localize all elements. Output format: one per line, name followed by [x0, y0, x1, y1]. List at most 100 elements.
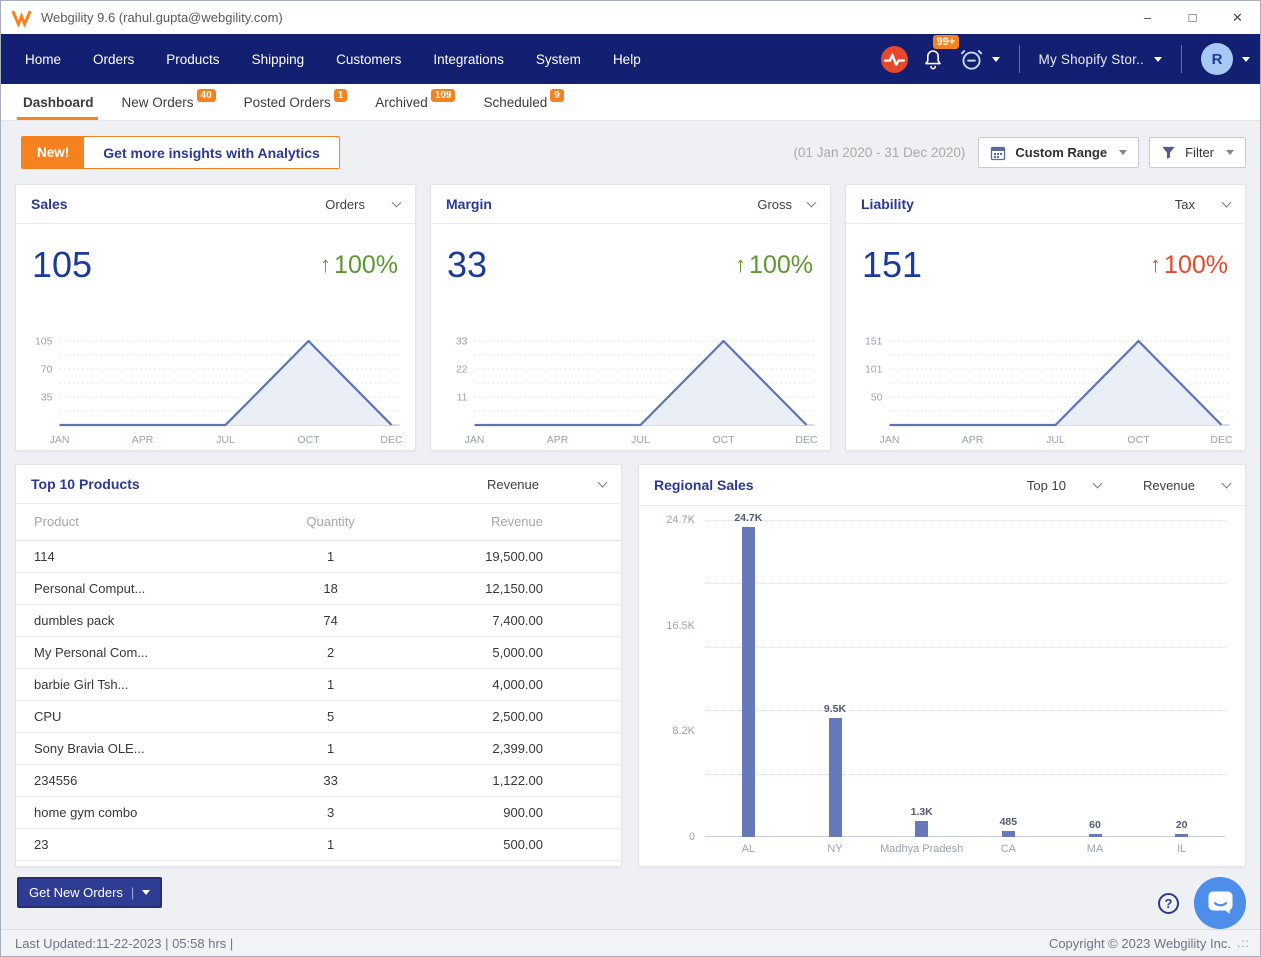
- kpi-metric-selector[interactable]: Gross: [757, 197, 817, 212]
- svg-text:50: 50: [871, 392, 883, 404]
- svg-text:APR: APR: [547, 434, 569, 446]
- regional-metric-selector[interactable]: Revenue: [1143, 478, 1232, 493]
- kpi-metric-selector[interactable]: Orders: [325, 197, 402, 212]
- table-row[interactable]: Sony Bravia OLE... 1 2,399.00: [16, 732, 621, 765]
- dashboard-toolbar: New! Get more insights with Analytics (0…: [15, 136, 1246, 169]
- table-row[interactable]: 114 1 19,500.00: [16, 540, 621, 573]
- filter-funnel-icon: [1161, 145, 1176, 160]
- svg-text:22: 22: [456, 364, 468, 376]
- table-row[interactable]: 234556 33 1,122.00: [16, 764, 621, 797]
- bar: [1088, 834, 1102, 837]
- analytics-promo-button[interactable]: New! Get more insights with Analytics: [21, 136, 340, 169]
- table-row[interactable]: barbie Girl Tsh... 1 4,000.00: [16, 668, 621, 701]
- bar: [1001, 830, 1015, 837]
- table-row[interactable]: 23 1 500.00: [16, 828, 621, 861]
- bar-group: 485: [965, 816, 1052, 837]
- bar-value-label: 24.7K: [734, 512, 763, 524]
- scheduler-alarm-icon[interactable]: [958, 46, 1000, 73]
- regional-topn-selector[interactable]: Top 10: [1027, 478, 1103, 493]
- svg-text:151: 151: [865, 336, 883, 348]
- new-badge: New!: [22, 137, 85, 168]
- nav-item-orders[interactable]: Orders: [77, 34, 150, 84]
- window-title: Webgility 9.6 (rahul.gupta@webgility.com…: [41, 10, 283, 25]
- kpi-value: 151: [862, 244, 923, 285]
- title-bar: Webgility 9.6 (rahul.gupta@webgility.com…: [1, 1, 1260, 34]
- webgility-window: Webgility 9.6 (rahul.gupta@webgility.com…: [0, 0, 1261, 957]
- chevron-down-icon: [806, 197, 817, 208]
- nav-item-products[interactable]: Products: [150, 34, 235, 84]
- tab-new-orders[interactable]: New Orders 40: [108, 86, 230, 120]
- maximize-button[interactable]: □: [1170, 1, 1215, 34]
- svg-text:JAN: JAN: [465, 434, 485, 446]
- y-axis-tick: 16.5K: [666, 619, 695, 632]
- up-arrow-icon: ↑: [1150, 252, 1162, 277]
- custom-range-button[interactable]: Custom Range: [978, 137, 1140, 168]
- tab-posted-orders[interactable]: Posted Orders 1: [230, 86, 362, 120]
- dashboard-content: New! Get more insights with Analytics (0…: [1, 121, 1260, 929]
- x-axis-label: AL: [741, 843, 756, 855]
- store-selector-label: My Shopify Stor..: [1038, 51, 1144, 67]
- table-row[interactable]: Personal Comput... 18 12,150.00: [16, 572, 621, 605]
- kpi-value: 33: [447, 244, 488, 285]
- calendar-icon: [990, 145, 1006, 161]
- table-row[interactable]: CPU 5 2,500.00: [16, 700, 621, 733]
- svg-text:33: 33: [456, 336, 468, 348]
- tab-scheduled[interactable]: Scheduled 9: [469, 86, 577, 120]
- kpi-title: Liability: [861, 196, 914, 212]
- nav-item-shipping[interactable]: Shipping: [236, 34, 321, 84]
- products-title: Top 10 Products: [31, 476, 140, 492]
- table-row[interactable]: home gym combo 3 900.00: [16, 796, 621, 829]
- table-row[interactable]: My Personal Com... 2 5,000.00: [16, 636, 621, 669]
- notifications-bell-icon[interactable]: 99+: [921, 35, 960, 72]
- x-axis-label: IL: [1177, 843, 1187, 855]
- nav-item-help[interactable]: Help: [597, 34, 657, 84]
- resize-grip[interactable]: .::: [1237, 936, 1250, 950]
- nav-item-integrations[interactable]: Integrations: [417, 34, 520, 84]
- nav-item-home[interactable]: Home: [9, 34, 77, 84]
- table-row[interactable]: dumbles pack 74 7,400.00: [16, 604, 621, 637]
- y-axis-tick: 24.7K: [666, 514, 695, 526]
- user-menu[interactable]: R: [1201, 43, 1250, 75]
- avatar: R: [1201, 43, 1233, 75]
- tab-archived[interactable]: Archived 109: [361, 86, 469, 120]
- regional-sales-card: Regional Sales Top 10 Revenue 24.7K 9.5K…: [638, 464, 1246, 867]
- activity-pulse-icon[interactable]: [880, 45, 908, 73]
- svg-text:35: 35: [41, 392, 53, 404]
- chat-bubble-icon[interactable]: [1194, 877, 1246, 929]
- svg-text:JUL: JUL: [631, 434, 650, 446]
- kpi-change: ↑ 100%: [735, 250, 813, 279]
- kpi-title: Sales: [31, 196, 68, 212]
- bar-group: 24.7K: [705, 512, 792, 837]
- bar-value-label: 485: [999, 815, 1018, 828]
- minimize-button[interactable]: –: [1125, 1, 1170, 34]
- nav-item-customers[interactable]: Customers: [320, 34, 417, 84]
- chevron-down-icon: [991, 56, 1000, 62]
- svg-text:OCT: OCT: [712, 434, 735, 446]
- nav-item-system[interactable]: System: [520, 34, 597, 84]
- kpi-metric-selector[interactable]: Tax: [1175, 197, 1232, 212]
- store-selector[interactable]: My Shopify Stor..: [1039, 52, 1162, 67]
- svg-text:11: 11: [457, 392, 468, 404]
- tab-dashboard[interactable]: Dashboard: [9, 86, 108, 120]
- sales-trend-chart: 105 70 35 JAN APR JUL OCT DEC: [35, 336, 403, 447]
- help-icon[interactable]: ?: [1158, 892, 1179, 914]
- bar: [741, 527, 755, 837]
- filter-button[interactable]: Filter: [1149, 137, 1246, 168]
- bottom-row: Top 10 Products Revenue Product Quantity…: [15, 464, 1246, 867]
- get-new-orders-button[interactable]: Get New Orders |: [17, 877, 163, 908]
- chevron-down-icon: [1221, 478, 1232, 489]
- top-products-card: Top 10 Products Revenue Product Quantity…: [15, 464, 622, 867]
- y-axis-tick: 8.2K: [672, 725, 695, 738]
- regional-plot: 24.7K 9.5K 1.3K 485 60 20 24.7K 16.5K 8.2K 0: [653, 512, 1229, 843]
- regional-x-labels: AL NY Madhya Pradesh CA MA IL: [705, 843, 1225, 856]
- products-metric-selector[interactable]: Revenue: [487, 477, 608, 492]
- bar: [828, 717, 842, 837]
- tab-count-badge: 109: [430, 89, 456, 102]
- bar-value-label: 9.5K: [823, 702, 847, 715]
- last-updated-label: Last Updated:11-22-2023 | 05:58 hrs |: [15, 935, 234, 951]
- close-button[interactable]: ✕: [1215, 1, 1260, 34]
- bar-group: 20: [1138, 819, 1225, 837]
- divider: |: [130, 885, 135, 900]
- products-table: Product Quantity Revenue 114 1 19,500.00 P…: [16, 504, 621, 861]
- table-header-row: Product Quantity Revenue: [16, 504, 621, 541]
